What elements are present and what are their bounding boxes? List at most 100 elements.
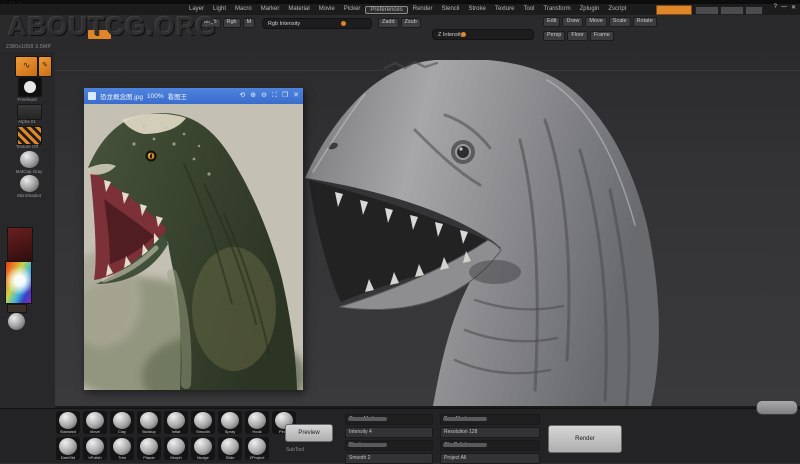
brush-thumbnail[interactable]: Planar <box>137 437 161 460</box>
material-selector-thumbnail[interactable] <box>20 151 39 168</box>
z-intensity-slider[interactable]: Z Intensity <box>432 29 534 40</box>
transform-button[interactable]: Draw <box>562 17 583 27</box>
brush-sphere-icon <box>167 412 185 429</box>
color-picker[interactable] <box>5 261 32 304</box>
viewer-title-bar[interactable]: 恐龙概念图.jpg 100% 看图王 ⟲ ⊕ ⊖ ⛶ ❐ ✕ <box>84 88 303 104</box>
brush-tray-row2: DamStdhPolishTrimPlanarMorphNudgeSlideZP… <box>56 437 269 460</box>
brush-thumbnail[interactable]: DamStd <box>56 437 80 460</box>
brush-sphere-icon <box>221 412 239 429</box>
close-icon[interactable]: ✕ <box>293 88 299 104</box>
window-icon[interactable]: ❐ <box>282 88 288 104</box>
highlighted-titlebar-button[interactable] <box>656 5 692 15</box>
sculpt-mode-button[interactable]: Zadd <box>378 18 399 28</box>
zoom-out-icon[interactable]: ⊖ <box>261 88 267 104</box>
brush-thumbnail[interactable]: Buildup <box>137 411 161 434</box>
brush-thumbnail[interactable]: Clay <box>110 411 134 434</box>
left-shelf: ∿ ✎ Freehand Alpha 01 Texture Off MatCap… <box>0 52 56 408</box>
brush-sphere-icon <box>194 412 212 429</box>
minimize-icon[interactable]: — <box>781 4 787 11</box>
brush-thumbnail[interactable]: Hook <box>245 411 269 434</box>
view-button[interactable]: Floor <box>567 31 588 41</box>
view-button[interactable]: Persp <box>543 31 565 41</box>
reference-image <box>84 104 303 390</box>
fullscreen-icon[interactable]: ⛶ <box>272 88 277 104</box>
brush-thumbnail[interactable]: Move <box>83 411 107 434</box>
viewer-app-icon <box>88 92 96 100</box>
brush-sphere-icon <box>86 412 104 429</box>
bottom-dock: StandardMoveClayBuildupInflatSmoothSpray… <box>0 408 800 463</box>
menu-item[interactable]: Picker <box>340 6 365 14</box>
brush-thumbnail[interactable]: Slide <box>218 437 242 460</box>
dock-control[interactable]: Project All <box>440 453 540 464</box>
menu-item[interactable]: Render <box>409 6 437 14</box>
rotate-icon[interactable]: ⟲ <box>239 88 245 104</box>
menu-item[interactable]: Zplugin <box>576 6 604 14</box>
brush-thumbnail[interactable]: Inflat <box>164 411 188 434</box>
alpha-selector-thumbnail[interactable] <box>17 104 42 120</box>
brush-thumbnail[interactable]: hPolish <box>83 437 107 460</box>
transform-button[interactable]: Move <box>585 17 606 27</box>
brush-selector-thumbnail[interactable]: ∿ <box>15 56 38 77</box>
menu-item[interactable]: Tool <box>520 6 539 14</box>
menu-item[interactable]: Texture <box>491 6 519 14</box>
texture-selector-thumbnail[interactable] <box>17 126 42 145</box>
brush-thumbnail[interactable]: Trim <box>110 437 134 460</box>
secondary-color-swatch[interactable] <box>7 227 33 262</box>
mode-button[interactable]: M <box>243 18 256 28</box>
dock-control[interactable]: Curve Mode <box>345 414 433 425</box>
brush-thumbnail[interactable]: Morph <box>164 437 188 460</box>
brush-thumbnail[interactable]: Nudge <box>191 437 215 460</box>
rgb-intensity-slider[interactable]: Rgb Intensity <box>262 18 372 29</box>
viewer-app-name: 看图王 <box>168 91 188 101</box>
mode-button[interactable]: Rgb <box>223 18 241 28</box>
material3-selector-thumbnail[interactable] <box>8 313 25 330</box>
menu-item[interactable]: Transform <box>540 6 575 14</box>
transform-button[interactable]: Rotate <box>633 17 657 27</box>
menu-item[interactable]: Material <box>284 6 313 14</box>
titlebar-segment-button[interactable] <box>720 6 744 15</box>
dock-control[interactable]: Elastic <box>345 440 433 451</box>
reference-viewer-window: 恐龙概念图.jpg 100% 看图王 ⟲ ⊕ ⊖ ⛶ ❐ ✕ <box>84 88 303 390</box>
collapsed-panel-handle[interactable] <box>756 400 798 415</box>
menu-item[interactable]: Movie <box>315 6 339 14</box>
titlebar-segment-button[interactable] <box>695 6 719 15</box>
menu-item[interactable]: Macro <box>231 6 256 14</box>
menu-item[interactable]: Marker <box>257 6 284 14</box>
dock-control[interactable]: Smooth 2 <box>345 453 433 464</box>
transform-button[interactable]: Scale <box>609 17 631 27</box>
brush-thumbnail[interactable]: Spray <box>218 411 242 434</box>
stroke-selector-thumbnail[interactable] <box>18 77 42 97</box>
current-color-swatch[interactable] <box>7 304 27 313</box>
transform-button[interactable]: Edit <box>543 17 560 27</box>
menu-item[interactable]: Stroke <box>464 6 489 14</box>
titlebar-segment-button[interactable] <box>745 6 763 15</box>
viewer-title-text: 恐龙概念图.jpg <box>100 91 143 101</box>
brush-thumbnail[interactable]: Smooth <box>191 411 215 434</box>
close-icon[interactable]: ✕ <box>791 4 796 11</box>
dock-control[interactable]: DynaMesh <box>440 414 540 425</box>
help-icon[interactable]: ? <box>774 4 777 11</box>
dock-control[interactable]: Resolution 128 <box>440 427 540 438</box>
view-button[interactable]: Frame <box>590 31 614 41</box>
brush-sphere-icon <box>248 438 266 455</box>
pen-tool-thumbnail[interactable]: ✎ <box>38 56 52 77</box>
brush-sphere-icon <box>140 438 158 455</box>
stroke-label: Freehand <box>10 97 44 102</box>
dock-control[interactable]: Intensity 4 <box>345 427 433 438</box>
brush-thumbnail[interactable]: ZProject <box>245 437 269 460</box>
menu-item[interactable]: Zscript <box>604 6 630 14</box>
watermark-text: ABOUTCG.ORG <box>8 11 217 42</box>
dock-control[interactable]: ClayPolish <box>440 440 540 451</box>
view-buttons: PerspFloorFrame <box>543 31 614 41</box>
sculpt-mode-button[interactable]: Zsub <box>401 18 421 28</box>
brush-thumbnail[interactable]: Standard <box>56 411 80 434</box>
preview-button[interactable]: Preview <box>285 424 333 442</box>
viewer-toolbar: ⟲ ⊕ ⊖ ⛶ ❐ ✕ <box>239 88 299 104</box>
menu-item[interactable]: Stencil <box>437 6 463 14</box>
render-button[interactable]: Render <box>548 425 622 453</box>
brush-sphere-icon <box>248 412 266 429</box>
menu-item[interactable]: Preferences <box>365 6 407 14</box>
zoom-in-icon[interactable]: ⊕ <box>250 88 256 104</box>
material2-selector-thumbnail[interactable] <box>20 175 39 192</box>
material2-label: SkinShade4 <box>12 193 46 198</box>
